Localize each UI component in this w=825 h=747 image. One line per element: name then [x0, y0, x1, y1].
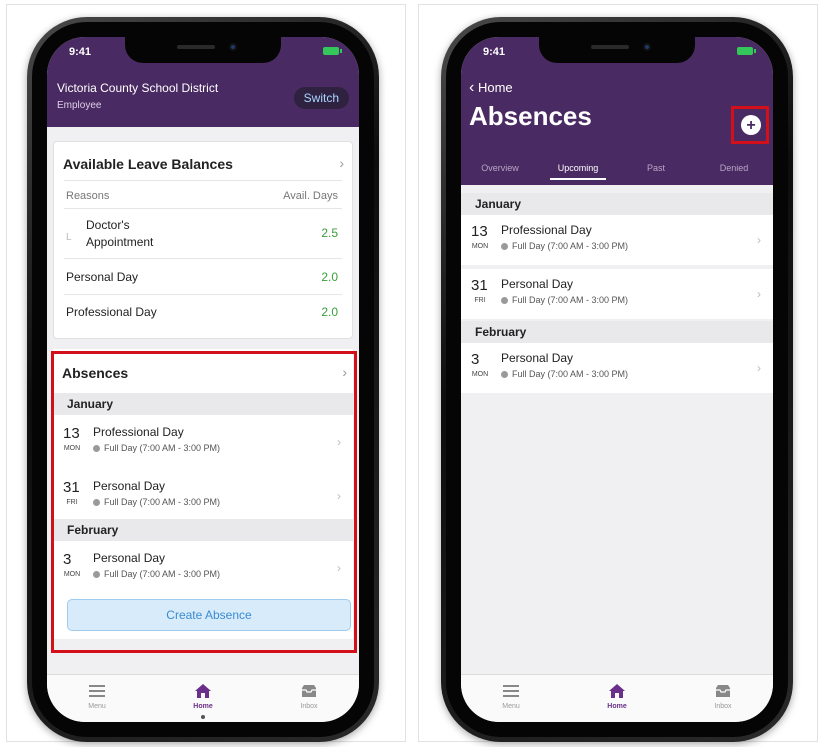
leave-days-value: 2.5 — [321, 226, 338, 240]
avail-days-column-header: Avail. Days — [283, 190, 338, 202]
highlight-frame — [51, 351, 357, 653]
tab-overview[interactable]: Overview — [461, 163, 539, 173]
status-dot-icon — [501, 371, 508, 378]
right-screenshot-card: 9:41 ‹ Home Absences + Overview Upcoming… — [418, 4, 818, 742]
chevron-right-icon: › — [757, 233, 761, 247]
chevron-right-icon: › — [757, 287, 761, 301]
phone-frame-right: 9:41 ‹ Home Absences + Overview Upcoming… — [441, 17, 793, 742]
right-screen: 9:41 ‹ Home Absences + Overview Upcoming… — [461, 37, 773, 722]
phone-notch — [125, 37, 281, 63]
leave-row-personal-day: Personal Day 2.0 — [66, 270, 338, 284]
highlight-frame — [731, 106, 769, 144]
left-screenshot-card: 9:41 Victoria County School District Emp… — [6, 4, 406, 742]
back-button[interactable]: ‹ Home — [469, 79, 513, 97]
status-dot-icon — [501, 243, 508, 250]
month-header: February — [461, 321, 773, 343]
district-name: Victoria County School District — [57, 81, 219, 95]
phone-notch — [539, 37, 695, 63]
indent-marker-icon: L — [66, 232, 72, 243]
tab-inbox[interactable]: Inbox — [269, 683, 349, 710]
battery-icon — [323, 47, 342, 55]
user-role: Employee — [57, 100, 102, 111]
tab-home[interactable]: Home — [163, 683, 243, 710]
absence-list-item[interactable]: 13 MON Professional Day Full Day (7:00 A… — [461, 215, 773, 265]
phone-frame-left: 9:41 Victoria County School District Emp… — [27, 17, 379, 742]
status-dot-icon — [501, 297, 508, 304]
home-indicator — [201, 715, 205, 719]
menu-icon — [89, 685, 105, 697]
tab-denied[interactable]: Denied — [695, 163, 773, 173]
leave-row-professional-day: Professional Day 2.0 — [66, 305, 338, 319]
switch-button[interactable]: Switch — [293, 87, 349, 109]
reasons-column-header: Reasons — [66, 190, 110, 202]
leave-days-value: 2.0 — [321, 305, 338, 319]
tab-menu[interactable]: Menu — [57, 683, 137, 710]
leave-days-value: 2.0 — [321, 270, 338, 284]
tab-menu[interactable]: Menu — [471, 683, 551, 710]
month-header: January — [461, 193, 773, 215]
chevron-right-icon: › — [757, 361, 761, 375]
page-title: Absences — [469, 101, 592, 131]
leave-balances-title: Available Leave Balances — [63, 156, 233, 172]
status-time: 9:41 — [483, 46, 506, 58]
tab-home[interactable]: Home — [577, 683, 657, 710]
absence-list: January 13 MON Professional Day Full Day… — [461, 185, 773, 405]
bottom-tab-bar: Menu Home Inbox — [47, 674, 359, 722]
home-icon — [609, 684, 625, 698]
chevron-left-icon: ‹ — [469, 79, 475, 96]
home-icon — [195, 684, 211, 698]
menu-icon — [503, 685, 519, 697]
absence-list-item[interactable]: 31 FRI Personal Day Full Day (7:00 AM - … — [461, 269, 773, 319]
tab-upcoming[interactable]: Upcoming — [539, 163, 617, 180]
tab-inbox[interactable]: Inbox — [683, 683, 763, 710]
inbox-icon — [302, 685, 316, 697]
leave-balances-panel[interactable]: Available Leave Balances › Reasons Avail… — [53, 141, 353, 339]
bottom-tab-bar: Menu Home Inbox — [461, 674, 773, 722]
chevron-right-icon: › — [339, 155, 344, 171]
battery-icon — [737, 47, 756, 55]
inbox-icon — [716, 685, 730, 697]
absence-list-item[interactable]: 3 MON Personal Day Full Day (7:00 AM - 3… — [461, 343, 773, 393]
left-screen: 9:41 Victoria County School District Emp… — [47, 37, 359, 722]
status-time: 9:41 — [69, 46, 92, 58]
tab-past[interactable]: Past — [617, 163, 695, 173]
